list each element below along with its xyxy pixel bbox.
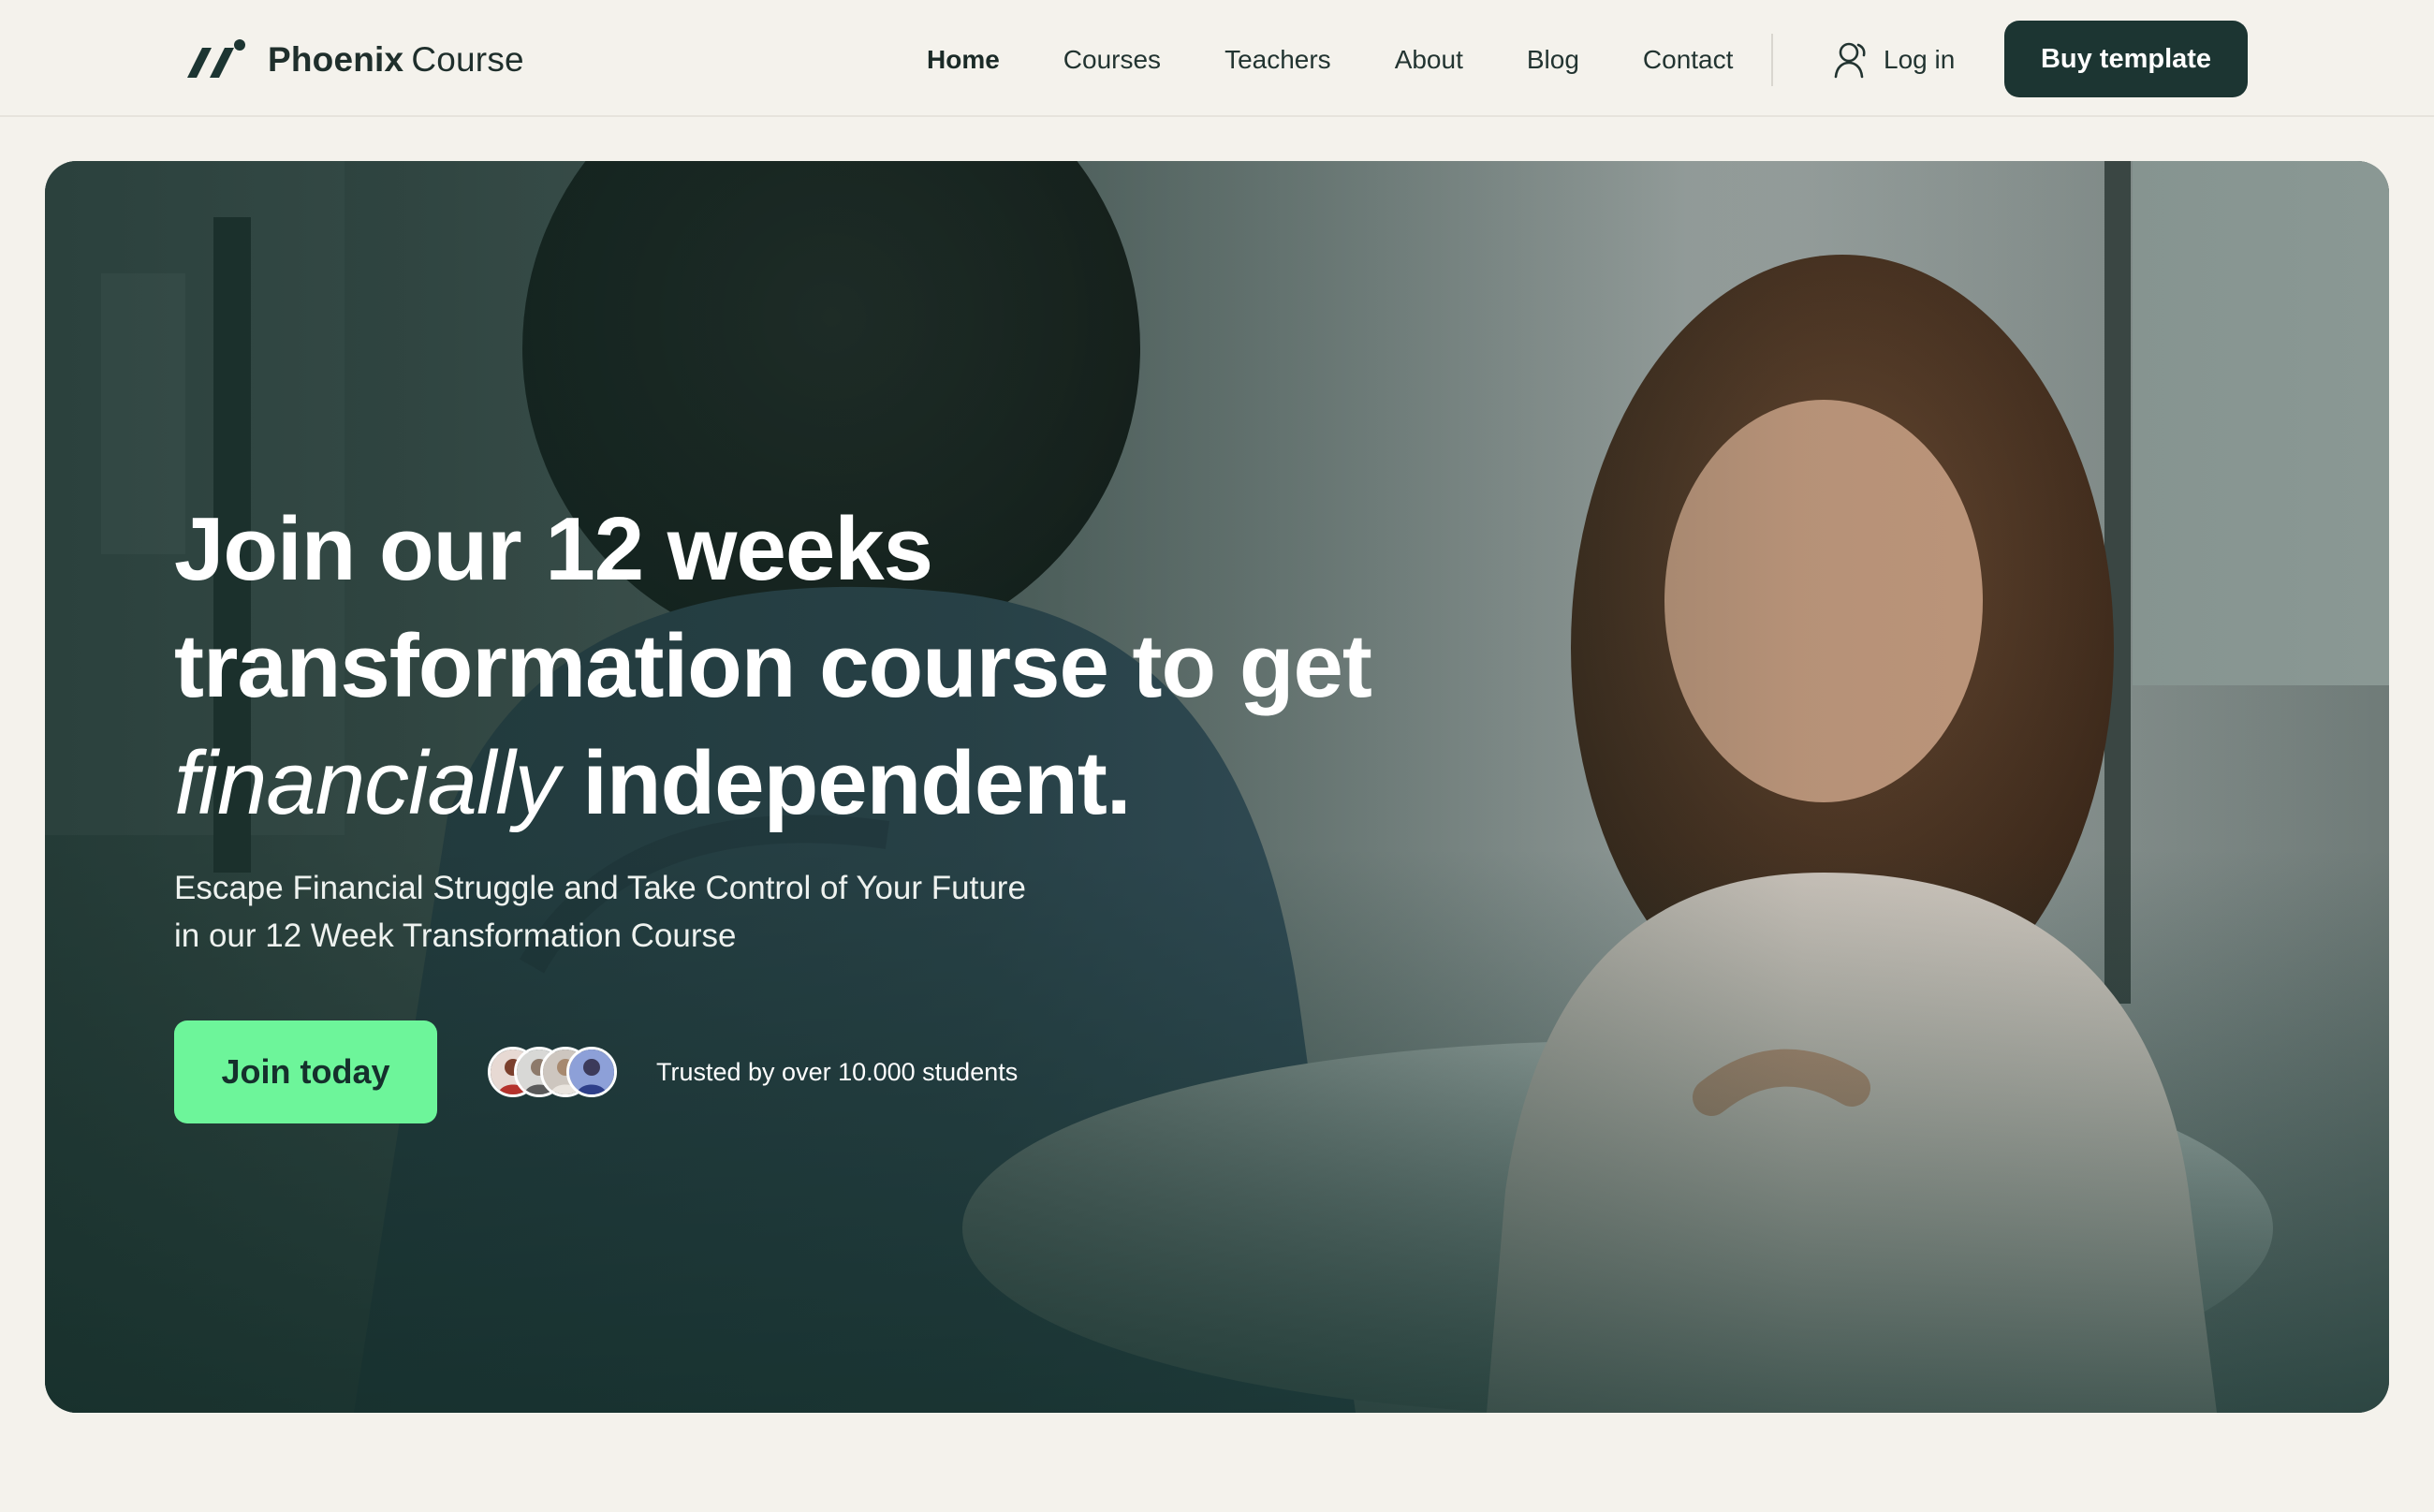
nav-link-teachers[interactable]: Teachers [1224, 45, 1331, 75]
buy-template-button[interactable]: Buy template [2004, 21, 2248, 97]
brand-name-light: Course [411, 40, 524, 79]
hero-cta-row: Join today Trusted by over 10.000 studen… [174, 1020, 1018, 1123]
user-icon [1834, 42, 1866, 79]
nav-link-courses[interactable]: Courses [1063, 45, 1161, 75]
avatar [566, 1047, 617, 1097]
hero-subtitle: Escape Financial Struggle and Take Contr… [174, 864, 1110, 960]
join-today-button[interactable]: Join today [174, 1020, 437, 1123]
brand[interactable]: Phoenix Course [183, 34, 524, 86]
nav-divider [1771, 34, 1773, 86]
brand-name: Phoenix Course [268, 40, 524, 80]
hero-title-italic: financially [174, 733, 560, 833]
main-nav: Home Courses Teachers About Blog Contact [927, 37, 1733, 82]
hero-title-end: independent. [582, 733, 1131, 833]
student-avatars [488, 1047, 619, 1097]
nav-link-contact[interactable]: Contact [1643, 45, 1734, 75]
hero-section: Join our 12 weeks transformation course … [45, 161, 2389, 1413]
top-navbar: Phoenix Course Home Courses Teachers Abou… [0, 0, 2434, 117]
nav-link-blog[interactable]: Blog [1527, 45, 1579, 75]
hero-title: Join our 12 weeks transformation course … [174, 491, 1485, 842]
login-label: Log in [1884, 45, 1956, 74]
nav-link-about[interactable]: About [1395, 45, 1463, 75]
hero-subtitle-line1: Escape Financial Struggle and Take Contr… [174, 870, 1026, 906]
trusted-text: Trusted by over 10.000 students [656, 1057, 1019, 1086]
phoenix-logo-icon [187, 39, 245, 78]
hero-title-line2: transformation course to get [174, 616, 1372, 716]
hero-subtitle-line2: in our 12 Week Transformation Course [174, 917, 737, 954]
login-link[interactable]: Log in [1833, 37, 1955, 82]
hero-content: Join our 12 weeks transformation course … [174, 491, 1485, 960]
hero-title-line1: Join our 12 weeks [174, 499, 933, 599]
brand-name-strong: Phoenix [268, 40, 404, 79]
nav-link-home[interactable]: Home [927, 45, 1000, 75]
